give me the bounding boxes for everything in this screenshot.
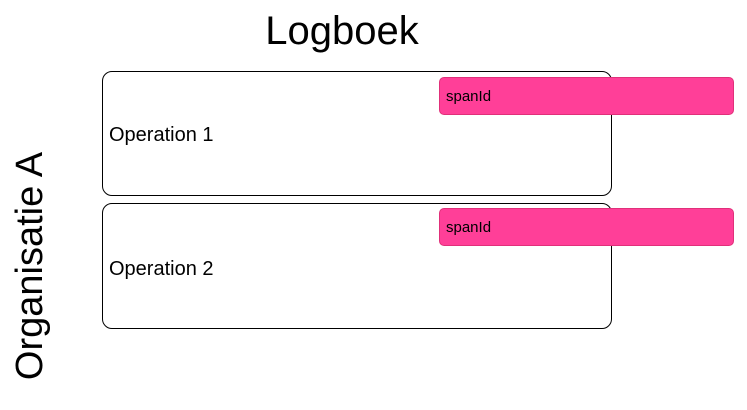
operation-label-2: Operation 2	[109, 258, 214, 280]
operation-label-1: Operation 1	[109, 124, 214, 146]
span-label-1: spanId	[446, 87, 492, 105]
span-bar-1: spanId	[439, 77, 734, 115]
span-bar-2: spanId	[439, 208, 734, 246]
organisation-label: Organisatie A	[9, 151, 51, 381]
diagram-title: Logboek	[265, 9, 419, 53]
span-label-2: spanId	[446, 218, 492, 236]
